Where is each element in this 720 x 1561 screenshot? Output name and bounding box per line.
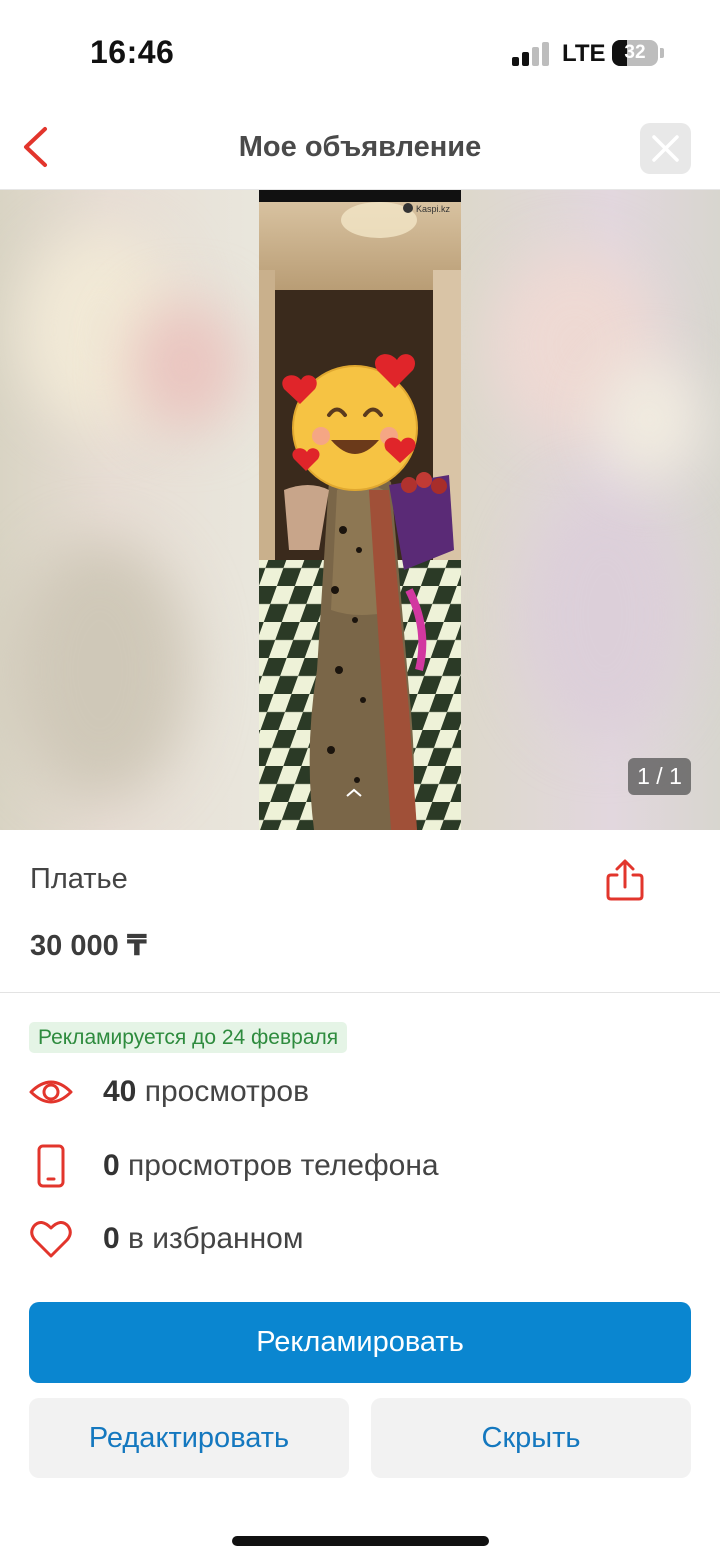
close-button[interactable] xyxy=(640,123,691,174)
phone-views-label: просмотров телефона xyxy=(128,1149,439,1182)
battery-level: 32 xyxy=(624,42,646,63)
close-icon xyxy=(652,135,679,162)
nav-bar: Мое объявление xyxy=(0,104,720,190)
promote-button[interactable]: Рекламировать xyxy=(29,1302,691,1383)
views-count: 40 xyxy=(103,1075,137,1108)
photo-counter: 1 / 1 xyxy=(628,758,691,795)
photo-gallery[interactable]: Kaspi.kz 1 / 1 xyxy=(0,190,720,830)
eye-icon xyxy=(29,1080,73,1104)
promo-status-badge: Рекламируется до 24 февраля xyxy=(29,1022,348,1053)
signal-icon xyxy=(512,42,550,66)
hide-button[interactable]: Скрыть xyxy=(371,1398,691,1478)
share-icon xyxy=(606,859,644,901)
heart-icon xyxy=(30,1221,72,1258)
chevron-left-icon xyxy=(24,127,47,167)
dress-photo-image: Kaspi.kz xyxy=(259,190,461,830)
home-indicator[interactable] xyxy=(232,1536,489,1546)
favorites-count: 0 xyxy=(103,1222,120,1255)
favorites-label: в избранном xyxy=(128,1222,304,1255)
phone-views-count: 0 xyxy=(103,1149,120,1182)
divider xyxy=(0,992,720,993)
photo-watermark: Kaspi.kz xyxy=(416,204,451,214)
listing-price: 30 000 ₸ xyxy=(30,930,147,962)
back-button[interactable] xyxy=(14,122,64,172)
edit-button[interactable]: Редактировать xyxy=(29,1398,349,1478)
views-label: просмотров xyxy=(144,1075,310,1108)
network-type: LTE xyxy=(562,40,606,67)
battery-icon: 32 xyxy=(612,40,664,66)
stat-phone-views: 0 просмотров телефона xyxy=(0,1141,720,1191)
stat-favorites: 0 в избранном xyxy=(0,1214,720,1264)
stat-views: 40 просмотров xyxy=(0,1067,720,1117)
phone-icon xyxy=(37,1144,65,1188)
share-button[interactable] xyxy=(602,858,648,904)
listing-photo[interactable]: Kaspi.kz xyxy=(259,190,461,830)
page-title: Мое объявление xyxy=(238,131,482,163)
listing-title: Платье xyxy=(30,863,128,895)
status-time: 16:46 xyxy=(90,34,175,70)
status-bar: 16:46 LTE 32 xyxy=(0,0,720,100)
